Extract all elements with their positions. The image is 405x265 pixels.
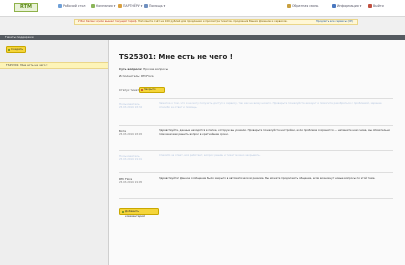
message-date: 25.03.2016 18:32: [119, 106, 143, 109]
message: RTC Flora 25.03.2016 19:05 Здравствуйте!…: [119, 177, 393, 193]
building-icon: [91, 4, 95, 8]
message: Пользователь 25.03.2016 18:32 Заметка о …: [119, 102, 393, 118]
divider: [119, 125, 393, 126]
nav-company[interactable]: Компания ▾: [91, 4, 115, 8]
help-icon: [144, 4, 148, 8]
plus-icon: [8, 48, 10, 51]
ticket-executor: Исполнитель: RTCFlora: [119, 74, 154, 78]
home-icon: [58, 4, 62, 8]
create-ticket-label: Создать: [11, 47, 24, 51]
warning-banner: У Вас баланс и/или вышел текущий тариф. …: [74, 19, 358, 25]
message-date: 25.03.2016 19:01: [119, 158, 143, 161]
divider: [119, 172, 393, 173]
message-text: Здравствуйте! Данное сообщение было закр…: [159, 177, 376, 180]
nav-feedback[interactable]: Обратная связь: [287, 4, 318, 8]
executor-label: Исполнитель:: [119, 74, 141, 78]
ticket-title: TS25301: Мне есть не чего !: [119, 53, 233, 61]
nav-logout[interactable]: Выйти: [368, 4, 384, 8]
nav-label: Компания ▾: [96, 4, 116, 8]
nav-label: Обратная связь: [292, 4, 319, 8]
message: Бота 25.03.2016 18:45 Здравствуйте, данн…: [119, 129, 393, 145]
nav-info[interactable]: Информация ▾: [332, 4, 361, 8]
create-ticket-button[interactable]: Создать: [6, 46, 26, 53]
message-text: Здравствуйте, данные находятся в папке, …: [159, 129, 391, 136]
add-comment-label: Добавить комментарий: [125, 209, 145, 218]
divider: [119, 198, 393, 199]
plus-icon: [121, 210, 124, 213]
sidebar-item-ticket[interactable]: TS25301: Мне есть не чего !: [0, 62, 108, 69]
divider: [119, 150, 393, 151]
logo-text: RTM: [19, 4, 32, 10]
logo[interactable]: RTM: [14, 3, 38, 12]
info-icon: [332, 4, 336, 8]
message-date: 25.03.2016 19:05: [119, 181, 143, 184]
exit-icon: [368, 4, 372, 8]
warning-text: Пополните счёт на 100 рублей для продлен…: [138, 20, 288, 23]
status-value: Закрыто: [144, 88, 156, 91]
top-bar: RTM Рабочий стол Компания ▾ ПАРТНЁРУ ▾ П…: [0, 0, 405, 17]
subject-label: Суть вопроса:: [119, 67, 143, 71]
nav-label: Выйти: [373, 4, 384, 8]
mail-icon: [287, 4, 291, 8]
nav-label: ПАРТНЁРУ ▾: [123, 4, 143, 8]
nav-help[interactable]: Помощь ▾: [144, 4, 165, 8]
handshake-icon: [118, 4, 122, 8]
subject-value: Прочие вопросы: [143, 67, 169, 71]
executor-value: RTCFlora: [140, 74, 154, 78]
message: Пользователь 25.03.2016 19:01 Спасибо за…: [119, 154, 393, 166]
ticket-subject: Суть вопроса: Прочие вопросы: [119, 67, 168, 71]
status-dot-icon: [141, 89, 143, 91]
nav-label: Помощь ▾: [149, 4, 166, 8]
add-comment-button[interactable]: Добавить комментарий: [119, 208, 159, 218]
nav-label: Информация ▾: [337, 4, 362, 8]
divider: [119, 98, 393, 99]
ticket-view: TS25301: Мне есть не чего ! Суть вопроса…: [109, 40, 405, 265]
message-text: Спасибо за ответ, всё работает, вопрос р…: [159, 154, 261, 157]
message-text: Заметка о том, что я не могу получить до…: [159, 102, 382, 109]
sidebar: Создать TS25301: Мне есть не чего !: [0, 40, 109, 265]
nav-desktop[interactable]: Рабочий стол: [58, 4, 85, 8]
warning-link[interactable]: Продлить все сервисы (CP): [316, 20, 353, 24]
status-badge[interactable]: Закрыто: [139, 87, 165, 93]
warning-prefix: У Вас баланс и/или вышел текущий тариф.: [78, 20, 138, 23]
message-date: 25.03.2016 18:45: [119, 133, 143, 136]
nav-partner[interactable]: ПАРТНЁРУ ▾: [118, 4, 142, 8]
nav-label: Рабочий стол: [63, 4, 86, 8]
